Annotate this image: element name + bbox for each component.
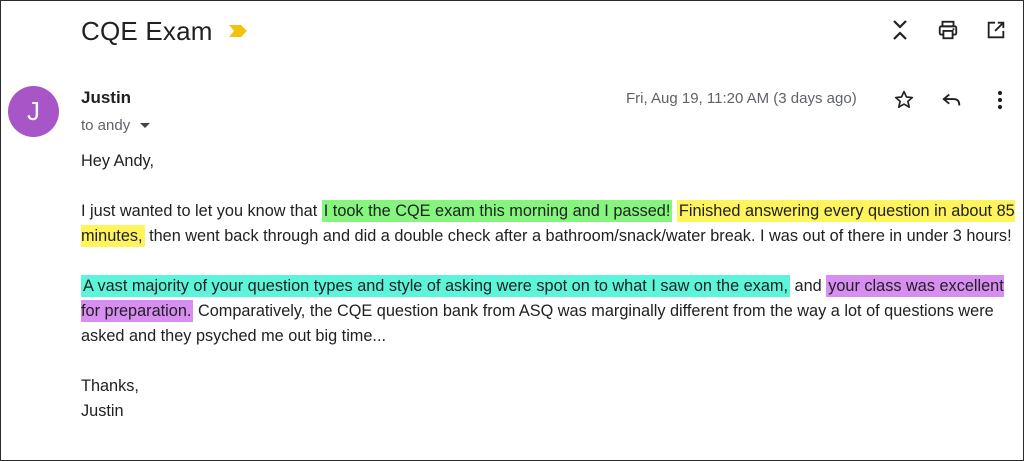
email-date: Fri, Aug 19, 11:20 AM (3 days ago) [626,90,857,107]
more-vert-icon[interactable] [983,83,1017,117]
avatar-initial: J [27,96,40,126]
p1-text-a: I just wanted to let you know that [81,202,322,220]
reply-icon[interactable] [935,83,969,117]
caret-down-icon[interactable] [140,123,151,128]
signature: Justin [81,402,124,420]
greeting: Hey Andy, [81,152,155,170]
p1-text-c: then went back through and did a double … [144,227,1012,245]
email-subject: CQE Exam [81,15,213,46]
highlight-cyan: A vast majority of your question types a… [81,275,790,297]
important-marker-icon[interactable] [227,22,249,40]
highlight-green: I took the CQE exam this morning and I p… [321,200,673,222]
recipients-line[interactable]: to andy [81,117,151,134]
expand-collapse-icon[interactable] [883,13,917,47]
paragraph-2: A vast majority of your question types a… [81,274,1021,349]
print-icon[interactable] [931,13,965,47]
star-icon[interactable] [887,83,921,117]
open-new-window-icon[interactable] [979,13,1013,47]
avatar[interactable]: J [8,86,59,137]
subject-row: CQE Exam [81,11,249,51]
signoff: Thanks, [81,377,139,395]
p2-text-b: Comparatively, the CQE question bank fro… [81,302,994,345]
recipients-text: to andy [81,117,131,134]
message-actions [887,83,1017,117]
email-body: Hey Andy, I just wanted to let you know … [81,149,1021,424]
p2-text-a: and [789,277,827,295]
thread-actions [883,13,1013,47]
sender-name[interactable]: Justin [81,88,131,108]
email-view: CQE Exam J Justin to andy Fri, Aug 19, 1… [0,0,1024,461]
paragraph-1: I just wanted to let you know that I too… [81,199,1021,249]
